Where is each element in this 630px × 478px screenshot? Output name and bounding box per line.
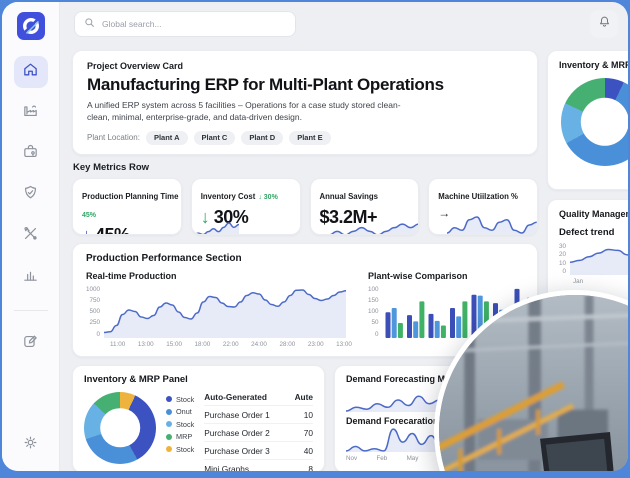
sidebar-item-maintenance[interactable] [14, 220, 48, 252]
app-window: Project Overview Card Manufacturing ERP … [2, 2, 628, 471]
legend-item: Stock [166, 395, 194, 404]
table-row: Purchase Order 3 40 [204, 441, 313, 459]
metric-value: ↓ 45% [82, 224, 172, 235]
legend-dot [166, 396, 172, 403]
briefcase-lock-icon [22, 143, 39, 165]
sidebar-item-quality[interactable] [14, 179, 48, 211]
defect-trend-title: Defect trend [559, 227, 615, 238]
app-logo [16, 12, 45, 40]
legend-item: Onut [166, 407, 194, 416]
metric-card-inventory-cost[interactable]: Inventory Cost ↓ 30% ↓ 30% [190, 177, 301, 235]
page-backdrop: Project Overview Card Manufacturing ERP … [0, 0, 630, 478]
metric-title: Inventory Cost [200, 191, 256, 201]
x-axis-labels: 11:00 13:00 15:00 18:00 22:00 24:00 28:00 23:00… [110, 340, 352, 348]
metric-sparkline [447, 216, 537, 234]
auto-generated-table: Auto-Generated Aute Purchase Order 1 10 Pu… [204, 392, 313, 471]
sidebar-item-compose[interactable] [14, 328, 48, 360]
sidebar-item-production[interactable] [14, 97, 48, 129]
metric-card-machine-utilization[interactable]: Machine Utiilzation % → [428, 177, 538, 235]
gear-icon [22, 434, 39, 456]
panel-title: Inventory & MRP [559, 60, 628, 70]
legend-dot [166, 408, 172, 415]
metric-card-production-planning[interactable]: Production Planning Time↓ 45% ↓ 45% [72, 177, 182, 235]
bar-chart-icon [22, 266, 39, 288]
plant-tag[interactable]: Plant D [241, 130, 284, 145]
plant-tag[interactable]: Plant E [289, 130, 331, 145]
y-axis-labels: 100 150 100 50 0 [368, 285, 379, 338]
key-metrics-row: Production Planning Time↓ 45% ↓ 45% Inve… [72, 177, 538, 235]
legend-dot [166, 446, 172, 453]
sidebar-item-home[interactable] [13, 56, 48, 88]
down-arrow-icon: ↓ [82, 224, 91, 235]
x-axis-labels: NovFebMaySew [346, 454, 450, 462]
inventory-donut-chart [84, 391, 156, 464]
donut-hole [580, 97, 628, 147]
metric-title: Machine Utiilzation % [438, 191, 518, 201]
bell-icon [598, 15, 611, 33]
table-row: Purchase Order 2 70 [204, 423, 313, 441]
panel-title: Inventory & MRP Panel [84, 373, 188, 385]
production-section-title: Production Performance Section [86, 252, 242, 264]
factory-icon [22, 102, 39, 124]
sidebar-divider [13, 310, 48, 311]
notifications-button[interactable] [590, 10, 618, 38]
legend-dot [166, 433, 172, 440]
metric-sparkline [193, 222, 239, 234]
table-header: Auto-Generated Aute [204, 391, 313, 402]
sidebar-item-procurement[interactable] [14, 138, 48, 170]
home-icon [22, 61, 39, 83]
sidebar [2, 2, 60, 471]
chart-title: Plant-wise Comparison [368, 270, 468, 281]
table-row: Mini Graphs 8 [204, 459, 313, 471]
donut-legend: Stock Onut Stock MRP Stock [166, 392, 194, 454]
edit-icon [22, 333, 39, 355]
panel-title: Quality Management [559, 209, 628, 219]
overview-description: A unified ERP system across 5 facilities… [87, 100, 401, 123]
global-search[interactable] [74, 11, 296, 37]
legend-dot [166, 421, 172, 428]
legend-item: Stock [166, 420, 194, 429]
y-axis-labels: 30 20 10 0 [559, 243, 567, 275]
metric-title: Annual Savings [319, 191, 379, 201]
project-overview-card: Project Overview Card Manufacturing ERP … [72, 50, 538, 155]
plant-tag[interactable]: Plant C [193, 130, 236, 145]
legend-item: MRP [166, 432, 194, 441]
sidebar-item-settings[interactable] [14, 429, 48, 461]
search-icon [84, 15, 95, 33]
donut-hole [100, 407, 140, 448]
page-title: Manufacturing ERP for Multi-Plant Operat… [87, 75, 444, 94]
sidebar-item-analytics[interactable] [14, 261, 48, 293]
legend-item: Stock [166, 445, 194, 454]
table-row: Purchase Order 1 10 [204, 405, 313, 423]
tools-icon [22, 225, 39, 247]
metric-delta: ↓ 30% [258, 193, 278, 201]
key-metrics-label: Key Metrics Row [73, 161, 150, 173]
inventory-mrp-panel: Inventory & MRP Panel Stock Onut Stock M… [72, 364, 325, 471]
chart-title: Real-time Production [86, 270, 177, 281]
metric-title: Production Planning Time [82, 191, 179, 201]
x-axis-labels: JanFeb [573, 278, 584, 285]
plant-tag[interactable]: Plant A [145, 130, 188, 145]
metric-sparkline [329, 223, 419, 234]
topbar [60, 2, 628, 46]
plant-location-label: Plant Location: [87, 133, 140, 143]
plant-location-row: Plant Location: Plant A Plant C Plant D … [87, 130, 523, 145]
shield-check-icon [22, 184, 39, 206]
y-axis-labels: 1000 750 500 250 0 [86, 285, 101, 338]
inventory-mrp-side-card: Inventory & MRP [547, 50, 628, 190]
overview-label: Project Overview Card [87, 61, 184, 71]
line-chart-plot [104, 286, 347, 338]
line-chart-plot [570, 243, 628, 275]
demand-sparkline [346, 388, 450, 412]
inventory-side-donut [561, 78, 628, 166]
metric-card-annual-savings[interactable]: Annual Savings $3.2M+ [309, 177, 420, 235]
realtime-production-chart: Real-time Production 1000 750 500 250 0 11:0… [86, 271, 352, 348]
search-input[interactable] [102, 19, 286, 29]
